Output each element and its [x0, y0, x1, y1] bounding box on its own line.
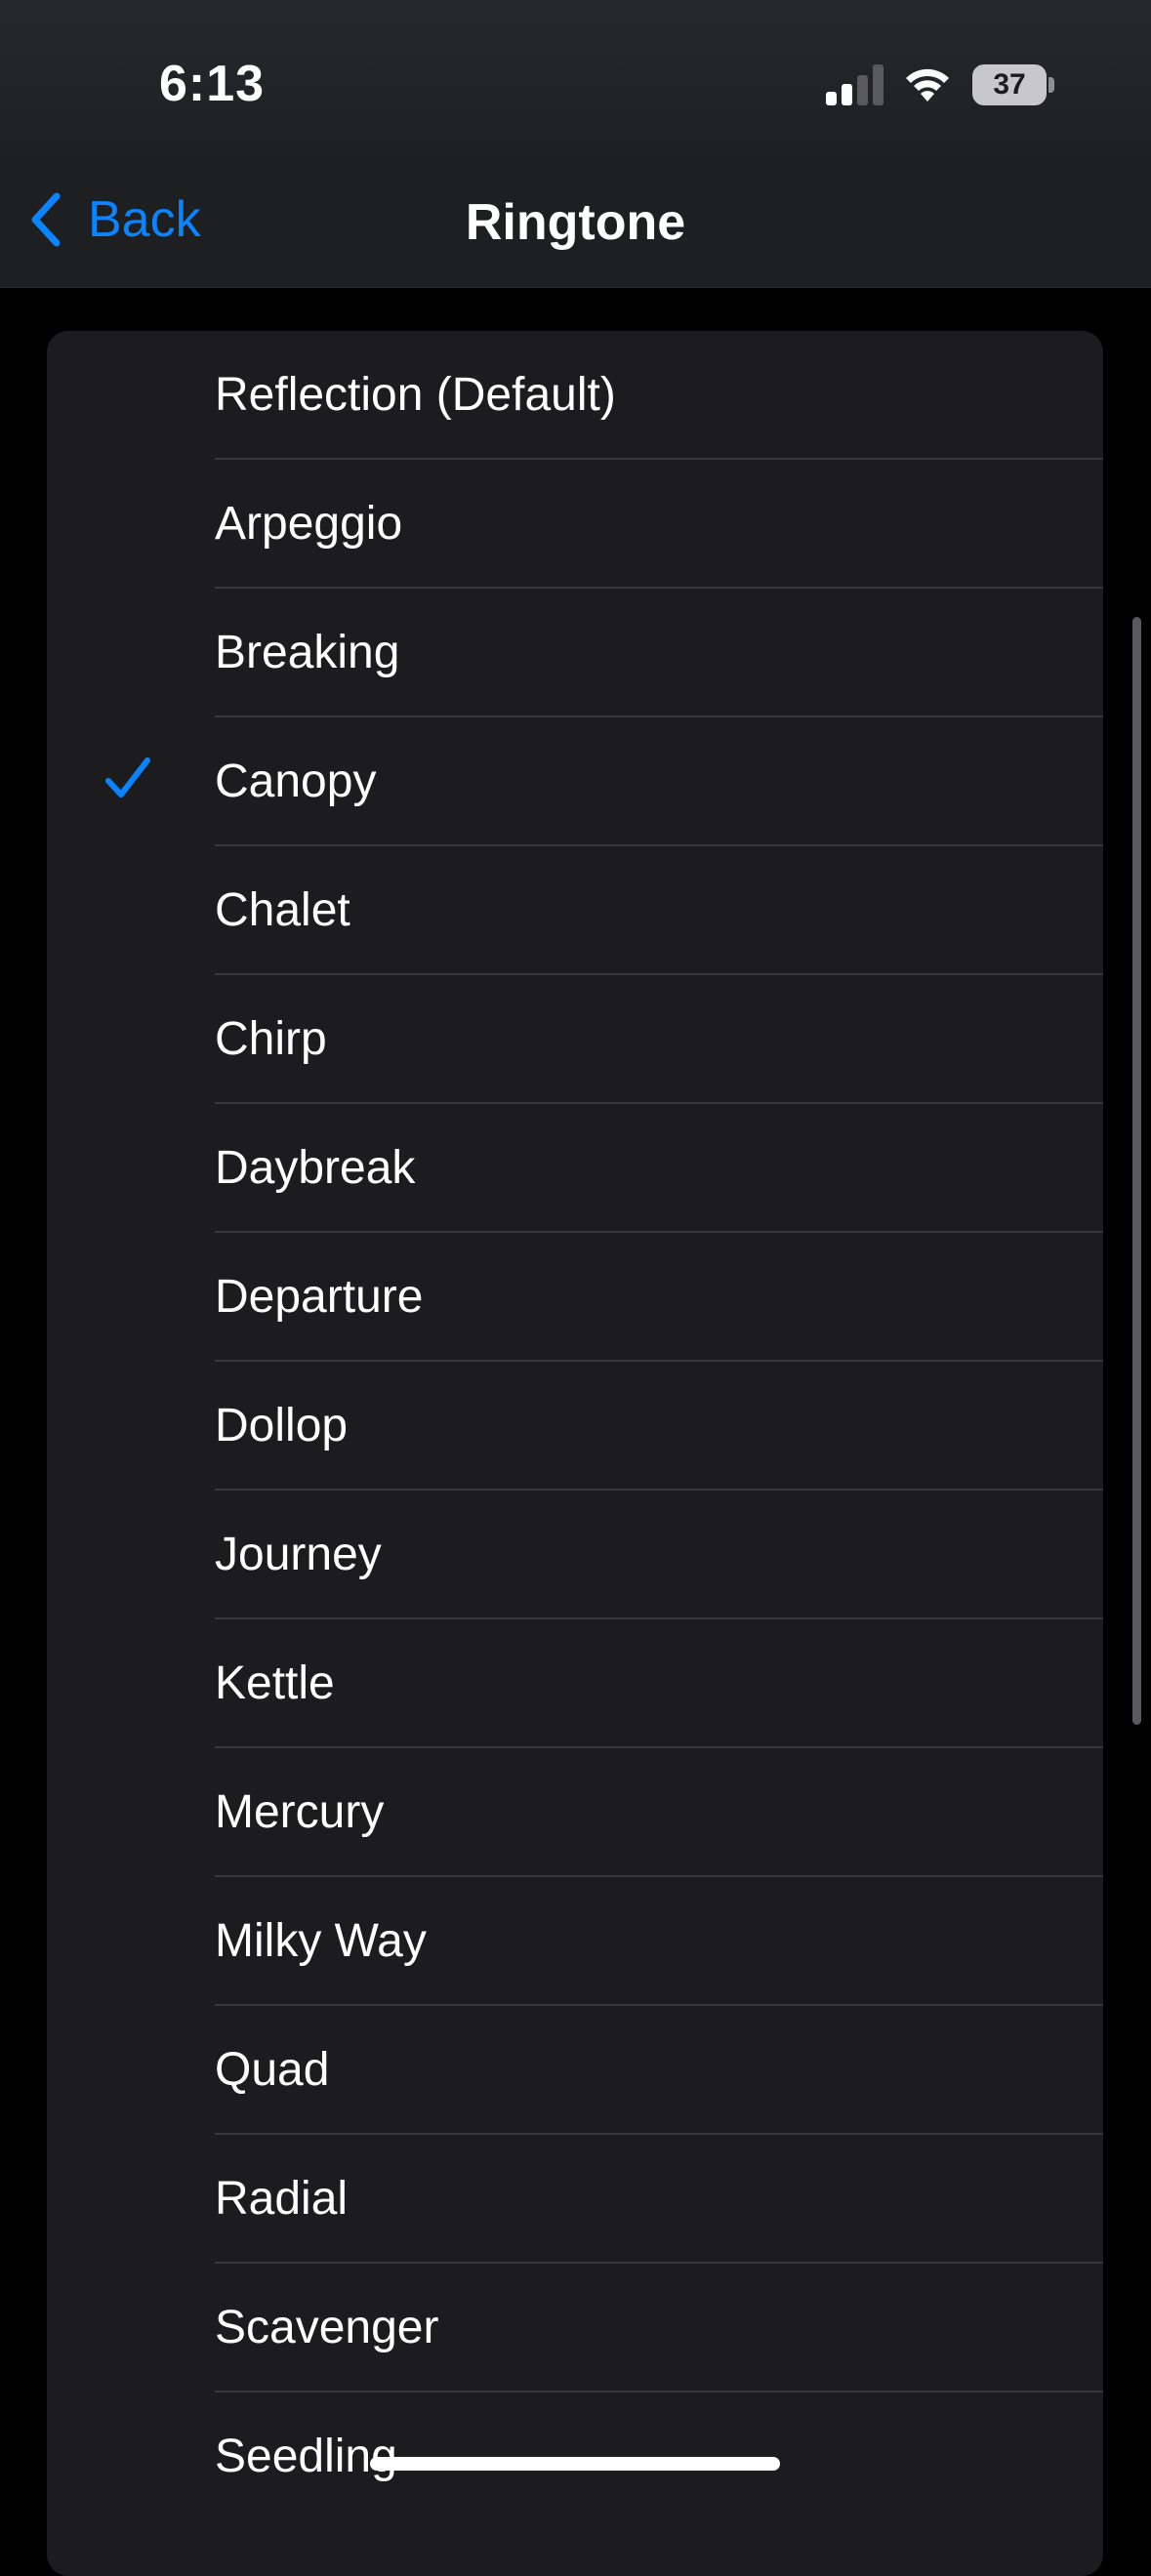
ringtone-label: Dollop: [215, 1400, 349, 1452]
ringtone-label: Milky Way: [215, 1915, 427, 1967]
navigation-bar: Back Ringtone: [0, 156, 1151, 288]
wifi-icon: [906, 68, 949, 102]
ringtone-label: Breaking: [215, 627, 400, 678]
ringtone-label: Daybreak: [215, 1142, 416, 1194]
ringtone-row[interactable]: Mercury: [47, 1748, 1103, 1877]
ringtone-label: Radial: [215, 2173, 349, 2225]
ringtone-row[interactable]: Radial: [47, 2135, 1103, 2264]
ringtone-row[interactable]: Breaking: [47, 589, 1103, 717]
home-indicator[interactable]: [370, 2457, 780, 2471]
ringtone-label: Kettle: [215, 1657, 335, 1709]
ringtone-row[interactable]: Journey: [47, 1491, 1103, 1619]
ringtone-label: Arpeggio: [215, 498, 403, 550]
ringtone-row[interactable]: Canopy: [47, 717, 1103, 846]
page-title: Ringtone: [465, 194, 686, 251]
ringtone-row[interactable]: Quad: [47, 2006, 1103, 2135]
status-bar: 6:13 37: [0, 0, 1151, 156]
ringtone-label: Chirp: [215, 1013, 327, 1065]
battery-icon: 37: [972, 64, 1054, 105]
ringtone-row[interactable]: Scavenger: [47, 2264, 1103, 2392]
ringtone-label: Mercury: [215, 1786, 385, 1838]
battery-tip: [1048, 77, 1054, 93]
status-time: 6:13: [159, 56, 266, 112]
ringtone-row[interactable]: Dollop: [47, 1362, 1103, 1491]
ringtone-row[interactable]: Chalet: [47, 846, 1103, 975]
scroll-indicator[interactable]: [1132, 617, 1141, 1725]
ringtone-label: Journey: [215, 1529, 382, 1580]
ringtone-row[interactable]: Chirp: [47, 975, 1103, 1104]
ringtone-row[interactable]: Arpeggio: [47, 460, 1103, 589]
ringtone-label: Departure: [215, 1271, 424, 1323]
ringtone-label: Chalet: [215, 884, 350, 936]
ringtone-label: Scavenger: [215, 2302, 439, 2353]
checkmark-icon: [105, 757, 150, 797]
ringtone-row[interactable]: Daybreak: [47, 1104, 1103, 1233]
battery-level: 37: [972, 64, 1047, 105]
ringtone-row[interactable]: Departure: [47, 1233, 1103, 1362]
ringtone-label: Reflection (Default): [215, 369, 616, 421]
ringtone-row[interactable]: Milky Way: [47, 1877, 1103, 2006]
ringtone-list: Reflection (Default) Arpeggio Breaking Cano…: [47, 331, 1103, 2576]
ringtone-label: Quad: [215, 2044, 330, 2096]
ringtone-label: Canopy: [215, 756, 377, 807]
ringtone-row[interactable]: Kettle: [47, 1619, 1103, 1748]
cellular-signal-icon: [826, 64, 884, 105]
ringtone-row[interactable]: Reflection (Default): [47, 331, 1103, 460]
ringtone-label: Seedling: [215, 2431, 397, 2482]
